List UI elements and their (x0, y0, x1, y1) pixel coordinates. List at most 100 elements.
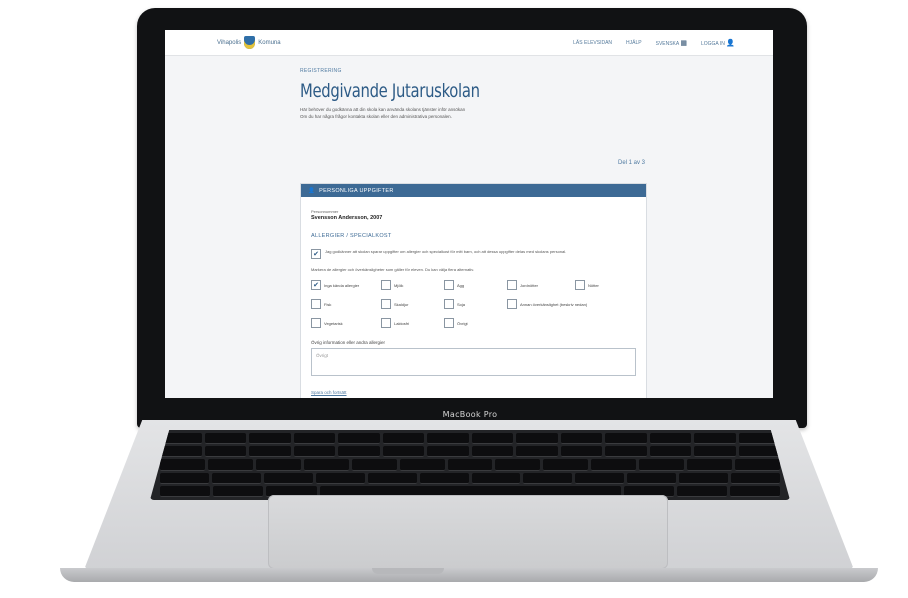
option-other-sensitivity[interactable]: Annan överkänslighet (beskriv nedan) (507, 299, 645, 309)
breadcrumb[interactable]: Registrering (300, 68, 645, 74)
intro-text-1: Här behöver du godkänna att din skola ka… (300, 107, 466, 112)
nav-item-elevsidan[interactable]: LÄS ELEVSIDAN (573, 40, 612, 46)
brand-text-right: Komuna (258, 39, 281, 46)
other-info-textarea[interactable]: Övrigt (311, 348, 636, 376)
option-label: Annan överkänslighet (beskriv nedan) (520, 301, 588, 307)
nav-item-login-label: LOGGA IN (700, 40, 725, 47)
key (263, 472, 313, 484)
option-egg[interactable]: Ägg (444, 280, 507, 290)
person-icon: 👤 (308, 187, 316, 194)
key (649, 433, 691, 445)
key (639, 459, 685, 471)
keyboard-row (160, 459, 780, 471)
key (516, 433, 558, 445)
checkbox[interactable] (311, 299, 321, 309)
key (427, 433, 469, 445)
site-header: Vihapolis Komuna LÄS ELEVSIDAN HJÄLP SVE… (165, 30, 773, 56)
key (694, 446, 736, 458)
key (560, 446, 602, 458)
nav-item-language[interactable]: SVENSKA ▦ (656, 39, 687, 47)
option-peanuts[interactable]: Jordnötter (507, 280, 575, 290)
key (575, 472, 625, 484)
option-label: Skaldjur (394, 301, 409, 307)
option-lactose-free[interactable]: Laktosfri (381, 318, 444, 328)
key (591, 459, 637, 471)
option-soy[interactable]: Soja (444, 299, 507, 309)
key (543, 459, 589, 471)
key (255, 459, 301, 471)
top-nav: LÄS ELEVSIDAN HJÄLP SVENSKA ▦ LOGGA IN 👤 (573, 39, 735, 47)
key (204, 433, 246, 445)
checkbox[interactable] (381, 280, 391, 290)
key (679, 472, 729, 484)
checkbox[interactable] (507, 280, 517, 290)
checkbox[interactable] (575, 280, 585, 290)
crest-icon (244, 36, 256, 49)
option-misc[interactable]: Övrigt (444, 318, 507, 328)
option-label: Vegetarisk (324, 320, 343, 326)
key (516, 446, 558, 458)
consent-text: Jag godkänner att skolan sparar uppgifte… (325, 249, 567, 254)
trackpad (268, 495, 668, 569)
option-label: Nötter (588, 282, 599, 288)
option-nuts[interactable]: Nötter (575, 280, 645, 290)
checkbox[interactable] (444, 299, 454, 309)
key (338, 446, 380, 458)
key (495, 459, 541, 471)
key (427, 446, 469, 458)
key (605, 433, 647, 445)
option-vegetarian[interactable]: Vegetarisk (311, 318, 381, 328)
allergy-question: Markera de allergier och överkänslighete… (311, 267, 475, 272)
panel-header-label: Personliga uppgifter (319, 187, 394, 194)
panel-body: Personnummer Svensson Andersson, 2007 Al… (301, 197, 646, 395)
nav-item-help[interactable]: HJÄLP (626, 40, 642, 46)
key (351, 459, 397, 471)
checkbox[interactable] (381, 318, 391, 328)
checkbox[interactable] (444, 318, 454, 328)
option-milk[interactable]: Mjölk (381, 280, 444, 290)
intro-text-2: Om du har några frågor kontakta skolan e… (300, 114, 452, 119)
option-label: Ägg (457, 282, 465, 288)
key (204, 446, 246, 458)
key (447, 459, 493, 471)
option-label: Inga kända allergier (324, 282, 360, 288)
key (605, 446, 647, 458)
checkbox[interactable] (381, 299, 391, 309)
key (627, 472, 677, 484)
option-label: Mjölk (394, 282, 404, 288)
main-content: Registrering Medgivande Jutaruskolan Här… (300, 68, 647, 398)
key (207, 459, 253, 471)
option-label: Fisk (324, 301, 332, 307)
checkbox[interactable] (507, 299, 517, 309)
option-none[interactable]: ✔ Inga kända allergier (311, 280, 381, 290)
step-indicator: Del 1 av 3 (617, 160, 645, 166)
option-shellfish[interactable]: Skaldjur (381, 299, 444, 309)
nav-item-language-label: SVENSKA (655, 40, 679, 47)
other-info-label: Övrig information eller andra allergier (311, 340, 386, 345)
person-value: Svensson Andersson, 2007 (311, 215, 383, 221)
key (160, 485, 211, 497)
key (213, 485, 264, 497)
key (249, 433, 291, 445)
checkbox-checked[interactable]: ✔ (311, 280, 321, 290)
keyboard-row (160, 472, 781, 484)
key (687, 459, 733, 471)
option-fish[interactable]: Fisk (311, 299, 381, 309)
panel-header: 👤 Personliga uppgifter (301, 184, 646, 197)
brand-text-left: Vihapolis (217, 39, 242, 46)
nav-item-login[interactable]: LOGGA IN 👤 (701, 39, 735, 47)
save-continue-link[interactable]: Spara och fortsätt (311, 390, 636, 395)
checkbox[interactable] (311, 318, 321, 328)
key (382, 433, 424, 445)
key (649, 446, 691, 458)
form-panel: 👤 Personliga uppgifter Personnummer Sven… (300, 183, 647, 398)
consent-checkbox[interactable]: ✔ (311, 249, 321, 259)
model-label: MacBook Pro (442, 409, 498, 419)
key (315, 472, 365, 484)
site-logo[interactable]: Vihapolis Komuna (217, 36, 281, 49)
key (731, 472, 781, 484)
key (694, 433, 736, 445)
consent-row: ✔ Jag godkänner att skolan sparar uppgif… (311, 249, 636, 259)
checkbox[interactable] (444, 280, 454, 290)
key (249, 446, 291, 458)
